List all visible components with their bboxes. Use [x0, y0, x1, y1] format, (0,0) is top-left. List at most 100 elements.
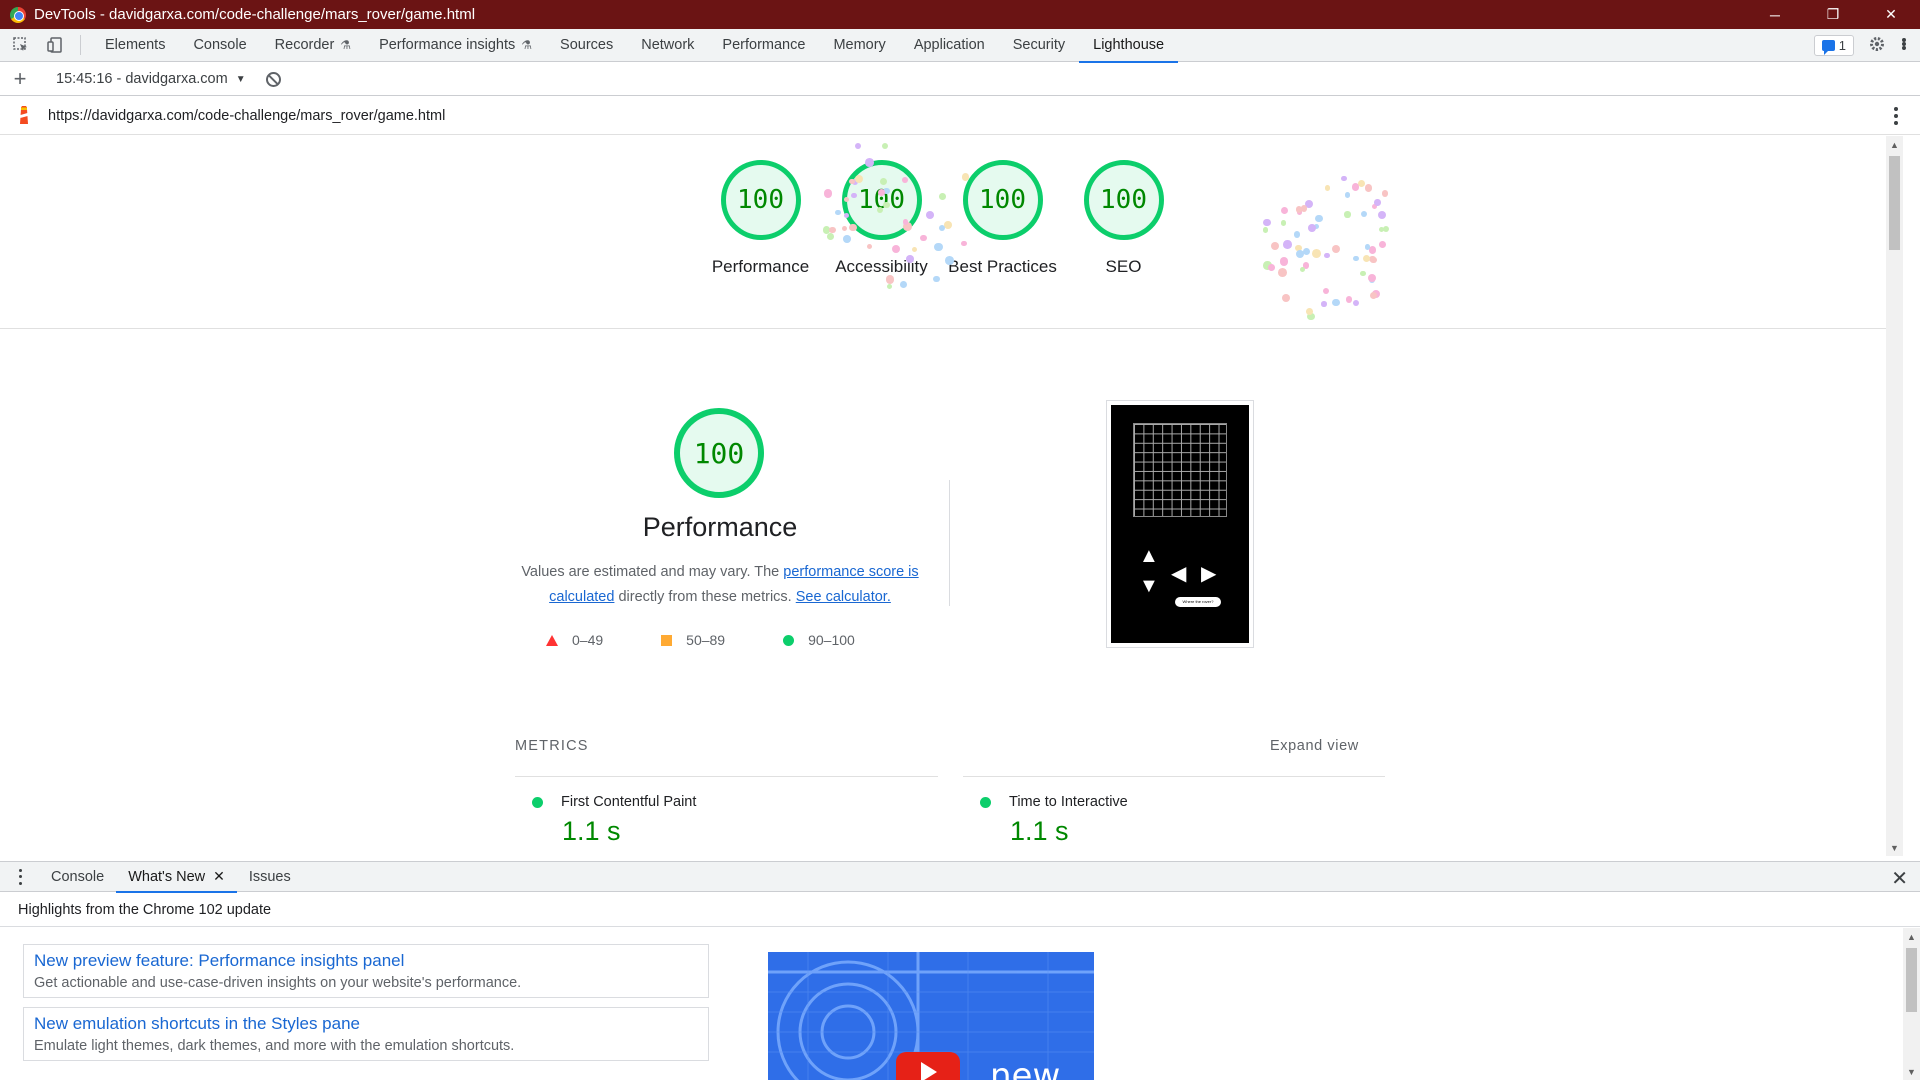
screenshot-button: Where the rover?	[1175, 597, 1221, 607]
lighthouse-logo-icon	[20, 105, 28, 124]
scrollbar-thumb[interactable]	[1889, 156, 1900, 250]
close-drawer-icon[interactable]: ✕	[1891, 866, 1908, 891]
device-toggle-icon[interactable]	[42, 32, 68, 58]
confetti-dot	[851, 192, 857, 199]
confetti-dot	[902, 219, 908, 225]
report-scrollbar[interactable]: ▲ ▼	[1886, 136, 1903, 856]
close-tab-icon[interactable]: ✕	[213, 868, 225, 885]
drawer-tab-console[interactable]: Console	[39, 861, 116, 892]
issues-counter-button[interactable]: 1	[1813, 35, 1854, 56]
confetti-dot	[926, 210, 934, 219]
expand-view-toggle[interactable]: Expand view	[1270, 738, 1359, 754]
tab-recorder[interactable]: Recorder ⚗	[261, 29, 365, 62]
metric-first-contentful-paint: First Contentful Paint 1.1 s	[532, 794, 696, 847]
scrollbar-thumb[interactable]	[1906, 948, 1917, 1012]
scroll-up-icon[interactable]: ▲	[1886, 136, 1903, 153]
drawer-menu-icon[interactable]	[19, 868, 23, 885]
confetti-dot	[881, 143, 888, 150]
summary-gauges: 100 Performance 100 Accessibility 100 Be…	[700, 160, 1184, 279]
confetti-dot	[1280, 220, 1287, 226]
tab-application[interactable]: Application	[900, 29, 999, 62]
close-window-button[interactable]: ✕	[1862, 0, 1920, 29]
new-report-button[interactable]: +	[0, 66, 40, 92]
whats-new-subtitle: Highlights from the Chrome 102 update	[0, 893, 1920, 927]
pass-circle-icon	[783, 634, 795, 646]
confetti-dot	[1344, 192, 1350, 198]
tab-console[interactable]: Console	[179, 29, 260, 62]
tab-security[interactable]: Security	[999, 29, 1079, 62]
inspect-element-icon[interactable]	[8, 32, 34, 58]
confetti-dot	[1281, 294, 1290, 303]
performance-score-gauge: 100	[674, 408, 764, 498]
whats-new-video-thumbnail[interactable]: new	[768, 952, 1094, 1080]
final-screenshot[interactable]: ▲ ▼ ◀ ▶ Where the rover?	[1106, 400, 1254, 648]
fail-triangle-icon	[546, 634, 558, 646]
performance-title: Performance	[642, 512, 798, 542]
confetti-dot	[824, 189, 833, 198]
metric-divider	[963, 776, 1385, 777]
gauge-seo[interactable]: 100 SEO	[1063, 160, 1184, 279]
tab-network[interactable]: Network	[627, 29, 708, 62]
confetti-dot	[961, 240, 967, 247]
customize-menu-icon[interactable]	[1902, 37, 1906, 54]
confetti-dot	[1277, 267, 1287, 277]
drawer-tab-issues[interactable]: Issues	[237, 861, 303, 892]
confetti-dot	[1315, 214, 1323, 223]
confetti-dot	[865, 157, 874, 167]
restore-button[interactable]: ❐	[1804, 0, 1862, 29]
feature-card[interactable]: New preview feature: Performance insight…	[23, 944, 709, 998]
confetti-dot	[1268, 264, 1275, 271]
average-square-icon	[661, 634, 673, 646]
drawer-tab-whats-new[interactable]: What's New ✕	[116, 861, 237, 893]
metric-value: 1.1 s	[562, 816, 621, 846]
confetti-dot	[1360, 270, 1366, 277]
scroll-down-icon[interactable]: ▼	[1903, 1063, 1920, 1080]
tab-lighthouse[interactable]: Lighthouse	[1079, 29, 1179, 63]
feature-card[interactable]: New emulation shortcuts in the Styles pa…	[23, 1007, 709, 1061]
tab-memory[interactable]: Memory	[819, 29, 899, 62]
down-arrow-icon: ▼	[1139, 575, 1159, 597]
settings-gear-icon[interactable]	[1868, 35, 1886, 57]
tab-performance[interactable]: Performance	[708, 29, 819, 62]
scroll-up-icon[interactable]: ▲	[1903, 928, 1920, 945]
screenshot-phone: ▲ ▼ ◀ ▶ Where the rover?	[1111, 405, 1249, 643]
legend-fail: 0–49	[546, 632, 603, 648]
confetti-dot	[886, 275, 895, 284]
confetti-dot	[1303, 248, 1310, 256]
confetti-dot	[938, 193, 946, 201]
gauge-performance[interactable]: 100 Performance	[700, 160, 821, 279]
legend-pass: 90–100	[783, 632, 855, 648]
confetti-dot	[1332, 298, 1340, 306]
pass-circle-icon	[980, 796, 991, 808]
youtube-play-icon[interactable]	[896, 1052, 960, 1080]
tabbar-right-tools: 1	[1813, 29, 1920, 62]
scroll-down-icon[interactable]: ▼	[1886, 839, 1903, 856]
clear-reports-icon[interactable]	[265, 71, 281, 87]
confetti-dot	[1365, 184, 1373, 192]
feature-title-link[interactable]: New emulation shortcuts in the Styles pa…	[34, 1014, 698, 1034]
confetti-dot	[1300, 266, 1306, 272]
drawer-scrollbar[interactable]: ▲ ▼	[1903, 928, 1920, 1080]
see-calculator-link[interactable]: See calculator.	[796, 589, 891, 605]
confetti-dot	[1324, 252, 1330, 258]
gauge-best-practices[interactable]: 100 Best Practices	[942, 160, 1063, 279]
minimize-button[interactable]: ─	[1746, 0, 1804, 29]
confetti-dot	[1369, 291, 1377, 300]
report-menu-icon[interactable]	[1894, 107, 1898, 125]
confetti-dot	[849, 178, 855, 185]
window-title-bar: DevTools - davidgarxa.com/code-challenge…	[0, 0, 1920, 29]
tab-sources[interactable]: Sources	[546, 29, 627, 62]
confetti-dot	[1263, 227, 1269, 233]
feature-description: Emulate light themes, dark themes, and m…	[34, 1038, 515, 1054]
confetti-dot	[1364, 244, 1371, 250]
confetti-dot	[1374, 199, 1381, 206]
feature-title-link[interactable]: New preview feature: Performance insight…	[34, 951, 698, 971]
confetti-dot	[1378, 210, 1387, 219]
report-selector[interactable]: 15:45:16 - davidgarxa.com ▼	[56, 71, 246, 87]
tab-elements[interactable]: Elements	[91, 29, 179, 62]
confetti-dot	[919, 234, 927, 242]
report-url-bar: https://davidgarxa.com/code-challenge/ma…	[0, 97, 1920, 135]
tab-performance-insights[interactable]: Performance insights ⚗	[365, 29, 546, 62]
confetti-dot	[1271, 241, 1280, 251]
right-arrow-icon: ▶	[1201, 563, 1217, 585]
